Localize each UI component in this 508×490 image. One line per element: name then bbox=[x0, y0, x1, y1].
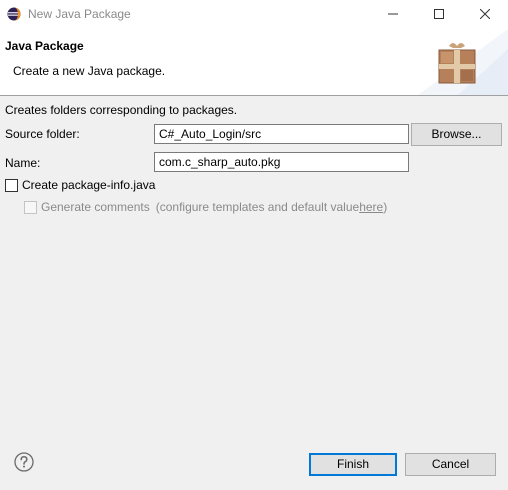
banner-decoration bbox=[418, 29, 508, 95]
cancel-button[interactable]: Cancel bbox=[405, 453, 496, 476]
maximize-icon bbox=[434, 9, 444, 19]
generate-comments-note: (configure templates and default value bbox=[155, 200, 360, 214]
configure-templates-link[interactable]: here bbox=[359, 200, 383, 214]
close-icon bbox=[480, 9, 490, 19]
package-name-input[interactable]: com.c_sharp_auto.pkg bbox=[154, 152, 409, 172]
wizard-subtitle: Create a new Java package. bbox=[13, 64, 166, 78]
minimize-icon bbox=[388, 13, 398, 15]
name-label: Name: bbox=[5, 156, 41, 170]
generate-comments-note-end: ) bbox=[383, 200, 388, 214]
finish-button[interactable]: Finish bbox=[309, 453, 397, 476]
source-folder-input[interactable]: C#_Auto_Login/src bbox=[154, 124, 409, 144]
generate-comments-checkbox bbox=[24, 200, 37, 214]
create-package-info-label: Create package-info.java bbox=[22, 178, 156, 192]
create-package-info-checkbox[interactable] bbox=[5, 178, 18, 192]
page-description: Creates folders corresponding to package… bbox=[5, 103, 238, 117]
close-button[interactable] bbox=[462, 0, 508, 29]
create-package-info-row[interactable]: Create package-info.java bbox=[5, 178, 155, 192]
eclipse-icon bbox=[7, 7, 21, 21]
wizard-header: Java Package Create a new Java package. bbox=[0, 29, 508, 96]
package-icon bbox=[438, 43, 476, 84]
minimize-button[interactable] bbox=[370, 0, 416, 29]
title-bar: New Java Package bbox=[0, 0, 508, 29]
help-icon[interactable] bbox=[14, 452, 34, 472]
source-folder-label: Source folder: bbox=[5, 127, 80, 141]
generate-comments-label: Generate comments bbox=[41, 200, 150, 214]
maximize-button[interactable] bbox=[416, 0, 462, 29]
generate-comments-row: Generate comments (configure templates a… bbox=[24, 200, 387, 214]
wizard-title: Java Package bbox=[5, 39, 84, 53]
window-title: New Java Package bbox=[28, 7, 131, 21]
browse-button[interactable]: Browse... bbox=[411, 123, 502, 146]
